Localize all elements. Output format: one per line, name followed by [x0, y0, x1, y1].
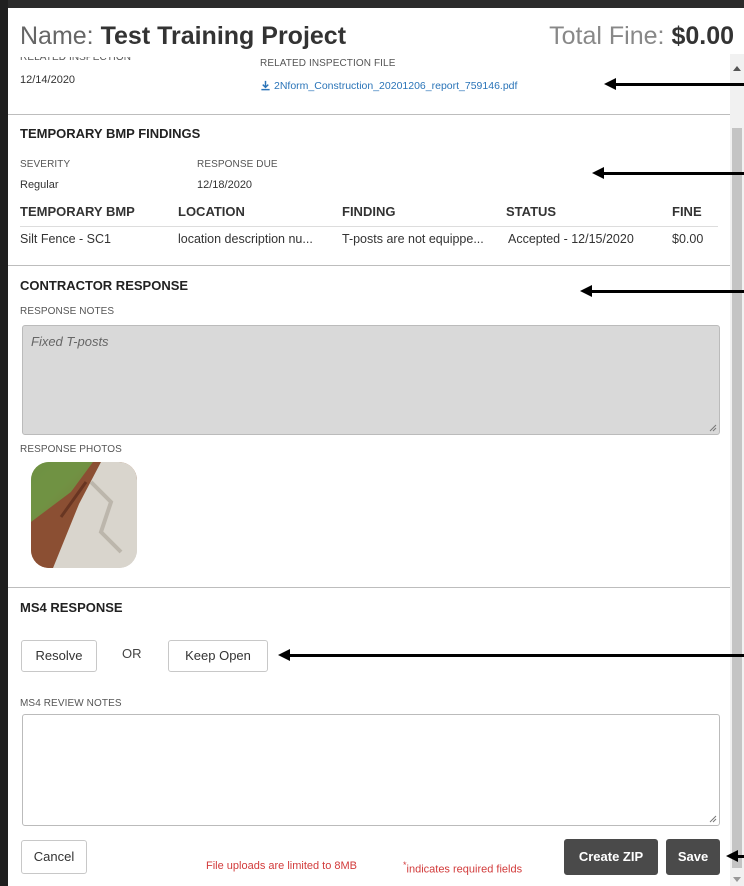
response-notes-value: Fixed T-posts	[31, 334, 109, 349]
table-row-divider	[20, 226, 718, 227]
annotation-arrow-icon	[604, 78, 744, 90]
modal-header: Name: Test Training Project Total Fine: …	[8, 8, 744, 54]
response-photo-thumbnail[interactable]	[31, 462, 137, 568]
cell-location: location description nu...	[178, 232, 313, 246]
or-separator: OR	[122, 646, 142, 661]
cell-temporary-bmp: Silt Fence - SC1	[20, 232, 112, 246]
annotation-arrow-icon	[726, 850, 744, 862]
response-notes-label: RESPONSE NOTES	[20, 306, 115, 317]
scroll-up-icon[interactable]	[733, 66, 741, 71]
keep-open-button[interactable]: Keep Open	[168, 640, 268, 672]
cell-finding: T-posts are not equippe...	[342, 232, 484, 246]
scroll-down-icon[interactable]	[733, 877, 741, 882]
column-header-temporary-bmp: TEMPORARY BMP	[20, 204, 135, 219]
required-fields-text: indicates required fields	[406, 863, 523, 876]
ms4-review-notes-input[interactable]	[22, 714, 720, 826]
contractor-response-modal: Name: Test Training Project Total Fine: …	[8, 8, 744, 886]
total-fine-heading: Total Fine: $0.00	[549, 22, 734, 51]
section-divider	[8, 114, 730, 115]
silt-fence-photo-icon	[31, 462, 137, 568]
response-notes-field: Fixed T-posts	[22, 325, 720, 435]
download-icon	[261, 80, 270, 91]
resize-handle-icon	[709, 424, 717, 432]
response-due-label: RESPONSE DUE	[197, 159, 278, 170]
project-name-label: Name:	[20, 22, 94, 50]
project-name-heading: Name: Test Training Project	[20, 22, 346, 51]
ms4-response-title: MS4 RESPONSE	[20, 600, 123, 615]
cell-status: Accepted - 12/15/2020	[508, 232, 634, 246]
severity-value: Regular	[20, 179, 59, 191]
related-file-name: 2Nform_Construction_20201206_report_7591…	[274, 80, 518, 92]
related-inspection-date: 12/14/2020	[20, 74, 76, 86]
severity-label: SEVERITY	[20, 159, 71, 170]
scrollbar-thumb[interactable]	[732, 128, 742, 868]
findings-section-title: TEMPORARY BMP FINDINGS	[20, 126, 201, 141]
total-fine-value: $0.00	[671, 22, 734, 50]
contractor-response-title: CONTRACTOR RESPONSE	[20, 278, 189, 293]
column-header-fine: FINE	[672, 204, 702, 219]
column-header-location: LOCATION	[178, 204, 245, 219]
upload-limit-notice: File uploads are limited to 8MB	[206, 860, 358, 872]
annotation-arrow-icon	[278, 649, 744, 661]
create-zip-button[interactable]: Create ZIP	[564, 839, 658, 875]
related-file-link[interactable]: 2Nform_Construction_20201206_report_7591…	[260, 80, 517, 92]
ms4-review-notes-label: MS4 REVIEW NOTES	[20, 698, 122, 709]
resize-handle-icon[interactable]	[709, 815, 717, 823]
section-divider	[8, 587, 730, 588]
required-fields-notice: *indicates required fields	[403, 860, 522, 876]
section-divider	[8, 265, 730, 266]
related-file-label: RELATED INSPECTION FILE	[260, 58, 396, 69]
response-due-value: 12/18/2020	[197, 179, 253, 191]
total-fine-label: Total Fine:	[549, 22, 665, 50]
project-name-value: Test Training Project	[100, 22, 347, 50]
modal-backdrop	[0, 0, 8, 886]
cancel-button[interactable]: Cancel	[21, 840, 87, 874]
column-header-finding: FINDING	[342, 204, 396, 219]
modal-body: RELATED INSPECTION 12/14/2020 RELATED IN…	[8, 8, 730, 886]
annotation-arrow-icon	[592, 167, 744, 179]
annotation-arrow-icon	[580, 285, 744, 297]
save-button[interactable]: Save	[666, 839, 720, 875]
response-photos-label: RESPONSE PHOTOS	[20, 444, 122, 455]
cell-fine: $0.00	[672, 232, 704, 246]
column-header-status: STATUS	[506, 204, 557, 219]
resolve-button[interactable]: Resolve	[21, 640, 97, 672]
modal-scrollbar[interactable]	[730, 54, 744, 886]
